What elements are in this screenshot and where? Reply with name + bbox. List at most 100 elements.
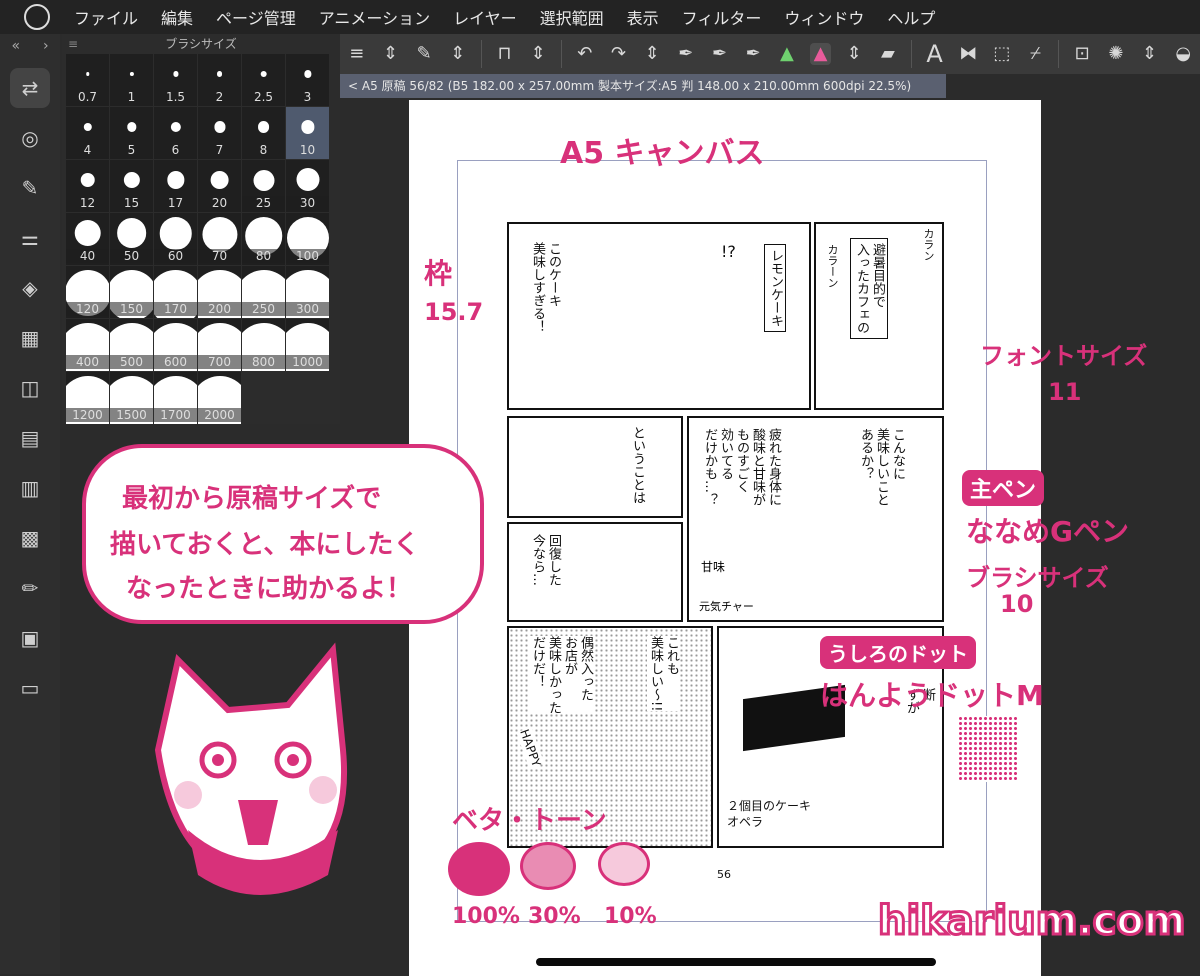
navigator-icon[interactable]: ◎: [10, 118, 50, 158]
comic-panel[interactable]: カラン 避暑目的で 入ったカフェの カラーン: [814, 222, 944, 410]
info-panel-icon[interactable]: ▭: [10, 668, 50, 708]
brush-size-cell[interactable]: 50: [110, 213, 153, 265]
brush-size-cell[interactable]: 10: [286, 107, 329, 159]
menu-layer[interactable]: レイヤー: [453, 5, 517, 29]
brush-size-cell[interactable]: 30: [286, 160, 329, 212]
brush-size-cell[interactable]: 1700: [154, 372, 197, 424]
brush-size-cell[interactable]: 25: [242, 160, 285, 212]
chevron-left-icon[interactable]: «: [11, 38, 20, 54]
brush-size-cell[interactable]: 80: [242, 213, 285, 265]
material-grid-icon[interactable]: ▦: [10, 318, 50, 358]
layers-icon[interactable]: ◈: [10, 268, 50, 308]
brush-size-cell[interactable]: 0.7: [66, 54, 109, 106]
fill-icon[interactable]: ◒: [1172, 43, 1194, 65]
page-manager-icon[interactable]: ▣: [10, 618, 50, 658]
stepper-icon[interactable]: ⇕: [527, 43, 549, 65]
brush-size-cell[interactable]: 600: [154, 319, 197, 371]
brush-size-cell[interactable]: 150: [110, 266, 153, 318]
brush-size-cell[interactable]: 800: [242, 319, 285, 371]
eraser-icon[interactable]: ▰: [877, 43, 899, 65]
brush-size-cell[interactable]: 1500: [110, 372, 153, 424]
sub-tool-icon[interactable]: ▩: [10, 518, 50, 558]
brush-size-cell[interactable]: 3: [286, 54, 329, 106]
strip-collapse-arrows[interactable]: «›: [0, 34, 60, 58]
brush-size-cell[interactable]: 2.5: [242, 54, 285, 106]
menu-animation[interactable]: アニメーション: [319, 5, 430, 29]
panel-menu-icon[interactable]: ≡: [68, 34, 78, 54]
sync-icon[interactable]: ⇄: [10, 68, 50, 108]
brush-size-cell[interactable]: 1: [110, 54, 153, 106]
brush-size-cell[interactable]: 250: [242, 266, 285, 318]
eyedropper-icon[interactable]: ⌿: [1025, 43, 1047, 65]
brush-size-cell[interactable]: 400: [66, 319, 109, 371]
brush-size-cell[interactable]: 100: [286, 213, 329, 265]
menu-file[interactable]: ファイル: [74, 5, 138, 29]
home-indicator[interactable]: [536, 958, 936, 966]
tool-set-icon[interactable]: ▤: [10, 418, 50, 458]
selection-icon[interactable]: ⬚: [991, 43, 1013, 65]
brush-size-cell[interactable]: 20: [198, 160, 241, 212]
stepper-icon[interactable]: ⇕: [1139, 43, 1161, 65]
text-icon[interactable]: A: [924, 42, 946, 66]
menu-window[interactable]: ウィンドウ: [784, 5, 864, 29]
comic-panel[interactable]: ということは: [507, 416, 683, 518]
menu-view[interactable]: 表示: [627, 5, 659, 29]
menu-edit[interactable]: 編集: [161, 5, 193, 29]
brush-size-cell[interactable]: 300: [286, 266, 329, 318]
brush-size-cell[interactable]: 1000: [286, 319, 329, 371]
brush-size-cell[interactable]: 200: [198, 266, 241, 318]
timeline-icon[interactable]: ▥: [10, 468, 50, 508]
brush-size-cell[interactable]: 1200: [66, 372, 109, 424]
brush-size-cell[interactable]: 60: [154, 213, 197, 265]
manga-page[interactable]: このケーキ 美味しすぎる！ レモンケーキ !? カラン 避暑目的で 入ったカフェ…: [409, 100, 1041, 976]
adjust-sliders-icon[interactable]: ⚌: [10, 218, 50, 258]
chevron-right-icon[interactable]: ›: [43, 38, 49, 54]
brush-size-cell[interactable]: 8: [242, 107, 285, 159]
brush-size-cell[interactable]: 170: [154, 266, 197, 318]
stepper-icon[interactable]: ⇕: [843, 43, 865, 65]
snap-icon[interactable]: ⊓: [494, 43, 516, 65]
edit-icon[interactable]: ✎: [413, 43, 435, 65]
brush-size-cell[interactable]: 700: [198, 319, 241, 371]
brush-size-cell[interactable]: 120: [66, 266, 109, 318]
layer-property-icon[interactable]: ◫: [10, 368, 50, 408]
pen-icon[interactable]: ✒: [742, 43, 764, 65]
brush-size-cell[interactable]: 5: [110, 107, 153, 159]
brush-size-cell[interactable]: 40: [66, 213, 109, 265]
comic-panel[interactable]: 回復した 今なら…: [507, 522, 683, 622]
stepper-icon[interactable]: ⇕: [447, 43, 469, 65]
undo-icon[interactable]: ↶: [574, 43, 596, 65]
document-status-bar[interactable]: < A5 原稿 56/82 (B5 182.00 x 257.00mm 製本サイ…: [340, 74, 946, 98]
brush-size-cell[interactable]: 17: [154, 160, 197, 212]
comic-panel[interactable]: このケーキ 美味しすぎる！ レモンケーキ !?: [507, 222, 811, 410]
brush-size-cell[interactable]: 6: [154, 107, 197, 159]
brush-size-cell[interactable]: 12: [66, 160, 109, 212]
brush-size-cell[interactable]: 1.5: [154, 54, 197, 106]
menu-filter[interactable]: フィルター: [682, 5, 762, 29]
pen-icon[interactable]: ✒: [709, 43, 731, 65]
loading-icon[interactable]: ✺: [1105, 43, 1127, 65]
brush-size-cell[interactable]: 70: [198, 213, 241, 265]
brush-size-cell[interactable]: 4: [66, 107, 109, 159]
pencil-icon[interactable]: ✏: [10, 568, 50, 608]
redo-icon[interactable]: ↷: [608, 43, 630, 65]
brush-tool-icon[interactable]: ✎: [10, 168, 50, 208]
menu-help[interactable]: ヘルプ: [887, 5, 935, 29]
app-logo-icon[interactable]: [24, 4, 50, 30]
color-layer-icon[interactable]: ▲: [776, 43, 798, 65]
stepper-icon[interactable]: ⇕: [641, 43, 663, 65]
menu-page[interactable]: ページ管理: [216, 5, 296, 29]
brush-size-cell[interactable]: 2: [198, 54, 241, 106]
flip-icon[interactable]: ⧓: [957, 43, 979, 65]
menu-selection[interactable]: 選択範囲: [540, 5, 604, 29]
menu-icon[interactable]: ≡: [346, 43, 368, 65]
pen-icon[interactable]: ✒: [675, 43, 697, 65]
brush-size-cell[interactable]: 15: [110, 160, 153, 212]
brush-size-cell[interactable]: 500: [110, 319, 153, 371]
transform-icon[interactable]: ⊡: [1071, 43, 1093, 65]
stepper-icon[interactable]: ⇕: [380, 43, 402, 65]
color-layer-icon-active[interactable]: ▲: [809, 43, 832, 65]
brush-size-cell[interactable]: 7: [198, 107, 241, 159]
brush-size-cell[interactable]: 2000: [198, 372, 241, 424]
comic-panel[interactable]: 疲れた身体に 酸味と甘味が ものすごく 効いてる だけかも…？ こんなに 美味し…: [687, 416, 944, 622]
